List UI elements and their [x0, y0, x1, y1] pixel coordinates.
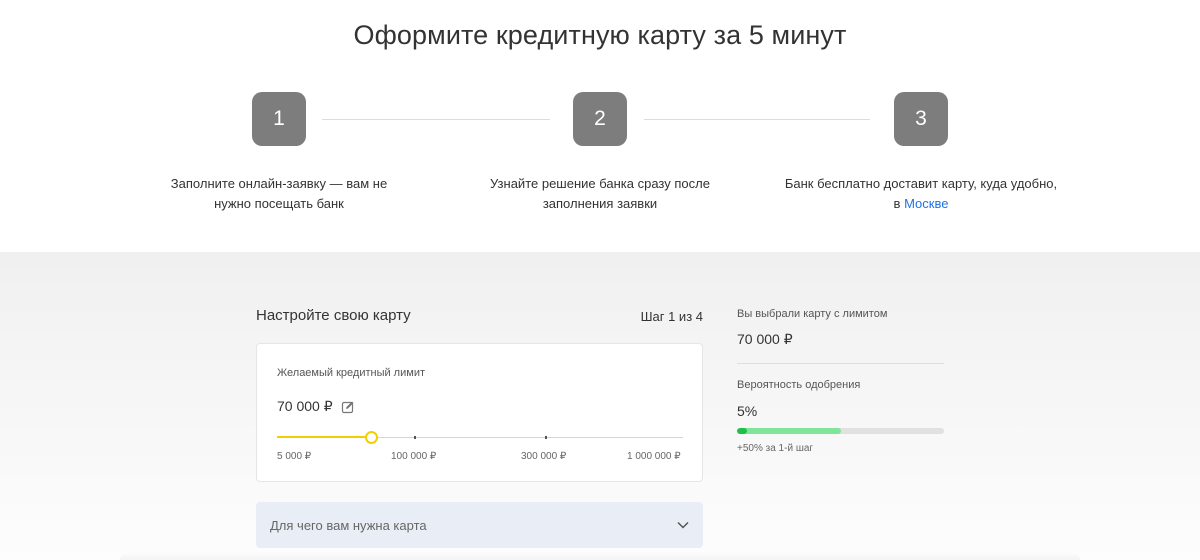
- slider-mark-300k: 300 000 ₽: [521, 451, 567, 462]
- card-purpose-select[interactable]: Для чего вам нужна карта: [256, 502, 703, 548]
- slider-mark-100k: 100 000 ₽: [391, 451, 437, 462]
- approval-note: +50% за 1-й шаг: [737, 443, 814, 454]
- bottom-shadow: [120, 552, 1080, 560]
- card-purpose-placeholder: Для чего вам нужна карта: [270, 517, 427, 533]
- approval-label: Вероятность одобрения: [737, 379, 861, 391]
- step-2-description: Узнайте решение банка сразу после заполн…: [490, 176, 710, 211]
- step-indicator: Шаг 1 из 4: [640, 309, 703, 324]
- step-connector: [322, 119, 550, 120]
- step-1-number: 1: [252, 92, 306, 146]
- step-1-description: Заполните онлайн-заявку — вам не нужно п…: [170, 176, 388, 211]
- steps-section: Оформите кредитную карту за 5 минут 1 2 …: [0, 0, 1200, 252]
- limit-slider-fill: [277, 436, 372, 438]
- step-3-number: 3: [894, 92, 948, 146]
- selected-limit-label: Вы выбрали карту с лимитом: [737, 308, 888, 320]
- limit-label: Желаемый кредитный лимит: [277, 367, 425, 379]
- step-3-prefix: в: [893, 196, 901, 211]
- limit-card: Желаемый кредитный лимит 70 000 ₽ 5 000 …: [256, 343, 703, 482]
- pencil-edit-icon[interactable]: [341, 400, 355, 414]
- summary-divider: [737, 363, 944, 364]
- selected-limit-value: 70 000 ₽: [737, 331, 793, 347]
- approval-current-fill: [737, 428, 747, 434]
- slider-mark-max: 1 000 000 ₽: [627, 451, 681, 462]
- configurator-title: Настройте свою карту: [256, 307, 411, 324]
- page-title: Оформите кредитную карту за 5 минут: [353, 20, 847, 50]
- approval-potential-fill: [737, 428, 841, 434]
- step-3-text: Банк бесплатно доставит карту, куда удоб…: [784, 176, 1058, 191]
- step-2-number: 2: [573, 92, 627, 146]
- limit-value: 70 000 ₽: [277, 398, 333, 414]
- city-link[interactable]: Москве: [904, 196, 948, 211]
- slider-tick: [545, 436, 547, 439]
- slider-mark-min: 5 000 ₽: [277, 451, 312, 462]
- approval-value: 5%: [737, 403, 758, 419]
- chevron-down-icon: [677, 516, 689, 534]
- approval-progress-bar: [737, 428, 944, 434]
- limit-value-row: 70 000 ₽: [277, 398, 355, 415]
- limit-slider-handle[interactable]: [365, 431, 379, 444]
- step-connector: [644, 119, 870, 120]
- slider-tick: [414, 436, 416, 439]
- step-3-description: Банк бесплатно доставит карту, куда удоб…: [751, 174, 1091, 214]
